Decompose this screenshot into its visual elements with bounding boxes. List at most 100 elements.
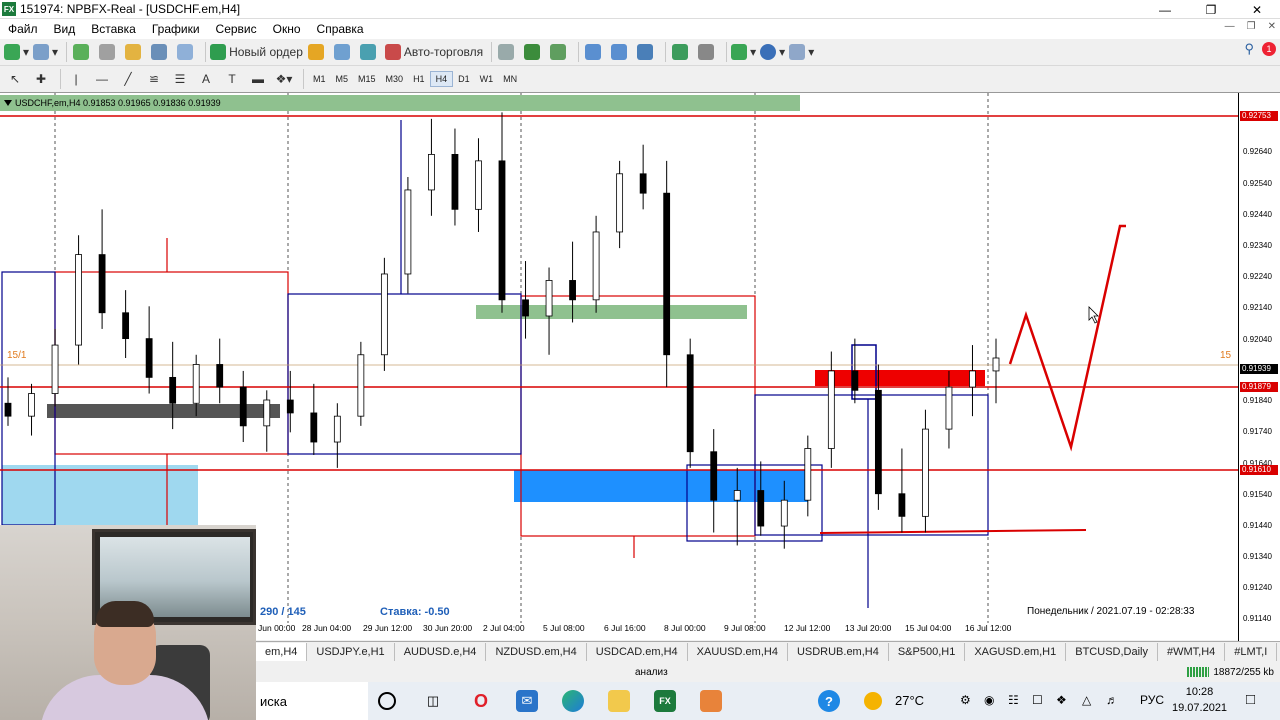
metatrader-icon[interactable]: FX xyxy=(654,690,676,712)
menu-charts[interactable]: Графики xyxy=(144,22,208,36)
terminal-button[interactable] xyxy=(149,41,171,63)
crosshair-button[interactable]: ✚ xyxy=(30,68,52,90)
periods-button[interactable]: ▾ xyxy=(760,41,785,63)
volume-icon[interactable]: ♬ xyxy=(1106,693,1118,707)
mdi-minimize-icon[interactable]: — xyxy=(1225,21,1235,32)
tab-usdchf[interactable]: em,H4 xyxy=(256,642,308,661)
zoom-in-button[interactable] xyxy=(583,41,605,63)
tf-m1[interactable]: M1 xyxy=(308,72,331,86)
market-button[interactable] xyxy=(359,41,381,63)
horizontal-line-button[interactable]: — xyxy=(91,68,113,90)
tf-h1[interactable]: H1 xyxy=(408,72,430,86)
line-chart-button[interactable] xyxy=(548,41,570,63)
tab-btcusd[interactable]: BTCUSD,Daily xyxy=(1066,642,1158,661)
indicators-button[interactable]: ▾ xyxy=(731,41,756,63)
new-chart-button[interactable]: ▾ xyxy=(4,41,29,63)
tab-wmt[interactable]: #WMT,H4 xyxy=(1158,642,1226,661)
tray-icon[interactable]: △ xyxy=(1082,693,1091,707)
mdi-restore-icon[interactable]: ❐ xyxy=(1247,21,1256,32)
tf-d1[interactable]: D1 xyxy=(453,72,475,86)
tab-usdjpy[interactable]: USDJPY.e,H1 xyxy=(307,642,395,661)
language-indicator[interactable]: РУС xyxy=(1140,693,1164,707)
tf-w1[interactable]: W1 xyxy=(475,72,499,86)
collapse-triangle-icon[interactable] xyxy=(4,100,12,106)
menu-help[interactable]: Справка xyxy=(309,22,372,36)
tile-button[interactable] xyxy=(635,41,657,63)
edge-label-left: 15/1 xyxy=(7,350,27,361)
tab-xagusd[interactable]: XAGUSD.em,H1 xyxy=(965,642,1067,661)
tab-audusd[interactable]: AUDUSD.e,H4 xyxy=(395,642,487,661)
tab-usdrub[interactable]: USDRUB.em,H4 xyxy=(788,642,889,661)
text-button[interactable]: A xyxy=(195,68,217,90)
autoscroll-button[interactable] xyxy=(670,41,692,63)
channel-button[interactable]: ≌ xyxy=(143,68,165,90)
weather-temp[interactable]: 27°C xyxy=(895,693,924,708)
fibo-button[interactable]: ☰ xyxy=(169,68,191,90)
tab-sp500[interactable]: S&P500,H1 xyxy=(889,642,966,661)
templates-button[interactable]: ▾ xyxy=(789,41,814,63)
help-icon[interactable]: ? xyxy=(818,690,840,712)
menu-window[interactable]: Окно xyxy=(265,22,309,36)
new-order-button[interactable]: Новый ордер xyxy=(210,41,303,63)
tray-icon[interactable]: ◉ xyxy=(984,693,994,707)
mdi-close-icon[interactable]: ✕ xyxy=(1268,21,1276,32)
notifications-icon[interactable]: □ xyxy=(1246,691,1255,708)
price-axis[interactable]: 0.92753 0.92640 0.92540 0.92440 0.92340 … xyxy=(1238,93,1280,641)
opera-icon[interactable]: O xyxy=(470,690,492,712)
tray-icon[interactable]: ☷ xyxy=(1008,693,1019,707)
tab-xauusd[interactable]: XAUUSD.em,H4 xyxy=(688,642,788,661)
tab-usdcad[interactable]: USDCAD.em,H4 xyxy=(587,642,688,661)
signals-button[interactable] xyxy=(333,41,355,63)
minimize-icon[interactable]: — xyxy=(1142,0,1188,19)
bar-chart-icon xyxy=(497,44,514,60)
tf-m30[interactable]: M30 xyxy=(381,72,409,86)
search-icon[interactable]: ⚲ xyxy=(1244,41,1254,57)
tab-lmt[interactable]: #LMT,I xyxy=(1225,642,1278,661)
navigator-button[interactable] xyxy=(123,41,145,63)
notification-badge[interactable]: 1 xyxy=(1262,42,1276,56)
profiles-button[interactable]: ▾ xyxy=(33,41,58,63)
candles-button[interactable] xyxy=(522,41,544,63)
tray-icon[interactable]: ❖ xyxy=(1056,693,1067,707)
bar-chart-button[interactable] xyxy=(496,41,518,63)
maximize-icon[interactable]: ❐ xyxy=(1188,0,1234,19)
connection-status[interactable]: 18872/255 kb xyxy=(1187,667,1274,678)
edge-icon[interactable] xyxy=(562,690,584,712)
taskbar-search[interactable]: иска xyxy=(256,682,368,720)
close-icon[interactable]: ✕ xyxy=(1234,0,1280,19)
data-window-button[interactable] xyxy=(97,41,119,63)
tf-m15[interactable]: M15 xyxy=(353,72,381,86)
tray-icon[interactable]: ☐ xyxy=(1032,693,1043,707)
menu-tools[interactable]: Сервис xyxy=(208,22,265,36)
chart-shift-button[interactable] xyxy=(696,41,718,63)
vertical-line-button[interactable]: | xyxy=(65,68,87,90)
candle-body xyxy=(569,280,576,301)
tf-m5[interactable]: M5 xyxy=(331,72,354,86)
shapes-button[interactable]: ❖▾ xyxy=(273,68,295,90)
price-tag-red: 0.91879 xyxy=(1240,382,1278,392)
cortana-icon[interactable] xyxy=(378,692,396,710)
menu-view[interactable]: Вид xyxy=(46,22,84,36)
zoom-out-button[interactable] xyxy=(609,41,631,63)
mail-icon[interactable]: ✉ xyxy=(516,690,538,712)
file-explorer-icon[interactable] xyxy=(608,690,630,712)
task-view-icon[interactable]: ◫ xyxy=(422,690,444,712)
tile-icon xyxy=(636,44,653,60)
menu-file[interactable]: Файл xyxy=(0,22,46,36)
chart-info-bar: USDCHF,em,H4 0.91853 0.91965 0.91836 0.9… xyxy=(0,95,800,111)
tab-nzdusd[interactable]: NZDUSD.em,H4 xyxy=(486,642,587,661)
algo-trading-button[interactable]: Авто-торговля xyxy=(384,41,483,63)
market-watch-button[interactable] xyxy=(71,41,93,63)
rectangle-button[interactable]: ▬ xyxy=(247,68,269,90)
tf-h4[interactable]: H4 xyxy=(429,71,454,87)
metaeditor-button[interactable] xyxy=(307,41,329,63)
tf-mn[interactable]: MN xyxy=(498,72,522,86)
cursor-button[interactable]: ↖ xyxy=(4,68,26,90)
video-app-icon[interactable] xyxy=(700,690,722,712)
tester-button[interactable] xyxy=(175,41,197,63)
system-clock[interactable]: 10:28 19.07.2021 xyxy=(1172,684,1227,716)
label-button[interactable]: T xyxy=(221,68,243,90)
trendline-button[interactable]: ╱ xyxy=(117,68,139,90)
tray-icon[interactable]: ⚙ xyxy=(960,693,971,707)
menu-insert[interactable]: Вставка xyxy=(83,22,144,36)
